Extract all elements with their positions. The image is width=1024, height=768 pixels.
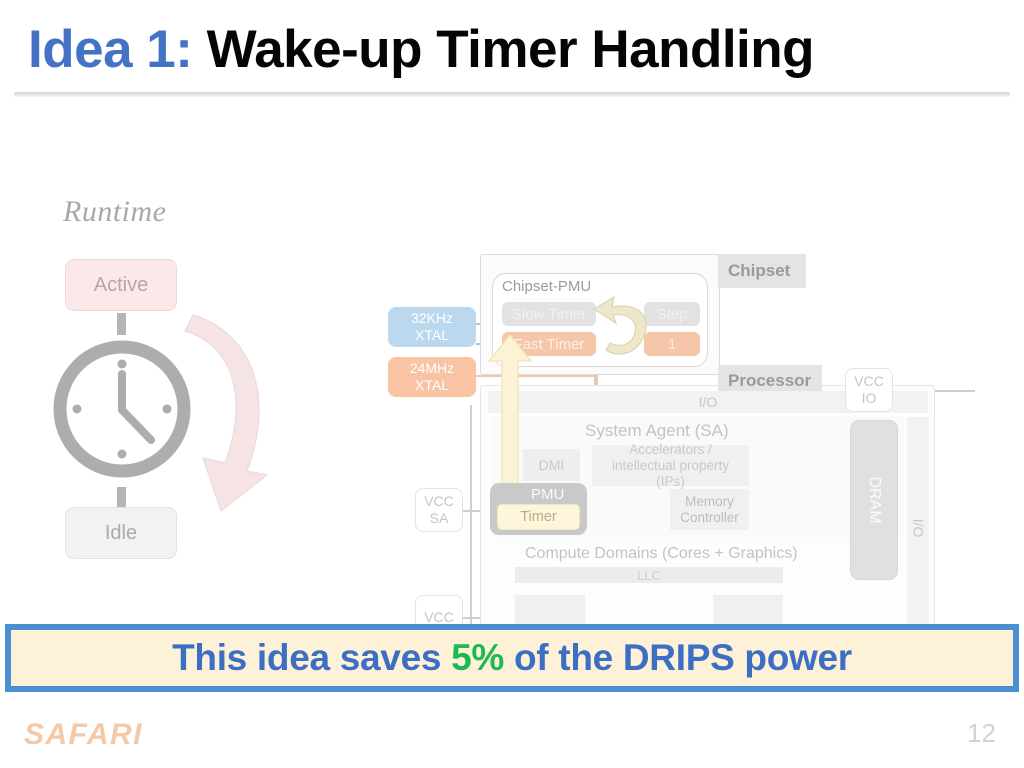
dram-box: DRAM — [850, 420, 898, 580]
wire-left-rail — [470, 405, 472, 629]
state-box-active: Active — [65, 259, 177, 311]
circular-arrow-icon — [592, 295, 647, 355]
system-diagram: Chipset Chipset-PMU Slow Timer Fast Time… — [380, 245, 1024, 645]
vcc-io-sublabel: IO — [861, 390, 877, 406]
llc-bar: LLC — [515, 567, 783, 583]
xtal-24mhz-box: 24MHz XTAL — [388, 357, 476, 397]
vcc-bottom-label: VCC — [424, 608, 454, 625]
slide: Idea 1: Wake-up Timer Handling Runtime A… — [0, 0, 1024, 768]
page-title-rest: Wake-up Timer Handling — [192, 20, 815, 79]
connector-clock-idle — [117, 487, 126, 509]
memory-controller-box: Memory Controller — [670, 489, 749, 530]
runtime-diagram: Runtime Active Idle — [53, 195, 335, 585]
xtal-24mhz-sublabel: XTAL — [415, 377, 449, 393]
vcc-sa-label: VCC — [424, 493, 454, 509]
curved-arrow-icon — [184, 314, 269, 512]
accelerators-box: Accelerators / intellectual property (IP… — [592, 442, 749, 489]
chipset-pmu-label: Chipset-PMU — [502, 278, 592, 295]
io-right-label: I/O — [909, 518, 926, 538]
vcc-io-label: VCC — [854, 373, 884, 389]
vcc-sa-box: VCC SA — [415, 488, 463, 532]
xtal-24mhz-label: 24MHz — [409, 360, 455, 376]
banner-highlight: 5% — [451, 637, 505, 678]
banner-text-after: of the DRIPS power — [504, 637, 852, 678]
title-divider — [14, 92, 1010, 97]
xtal-32khz-sublabel: XTAL — [415, 327, 449, 343]
xtal-32khz-box: 32KHz XTAL — [388, 307, 476, 347]
page-number: 12 — [967, 718, 996, 748]
system-agent-label: System Agent (SA) — [585, 421, 729, 440]
banner-text-before: This idea saves — [172, 637, 452, 678]
io-right-bar: I/O — [907, 417, 929, 639]
takeaway-banner: This idea saves 5% of the DRIPS power — [5, 624, 1019, 692]
runtime-label: Runtime — [63, 195, 167, 228]
page-title: Idea 1: Wake-up Timer Handling — [28, 14, 815, 86]
vcc-io-box: VCC IO — [845, 368, 893, 412]
dram-label: DRAM — [866, 476, 883, 524]
vcc-sa-sublabel: SA — [429, 510, 449, 526]
page-title-prefix: Idea 1: — [28, 20, 193, 79]
title-block: Idea 1: Wake-up Timer Handling — [0, 14, 1024, 86]
compute-domains-label: Compute Domains (Cores + Graphics) — [525, 545, 798, 562]
pmu-label: PMU — [531, 486, 565, 503]
state-box-idle: Idle — [65, 507, 177, 559]
takeaway-banner-text: This idea saves 5% of the DRIPS power — [172, 637, 852, 679]
safari-logo: SAFARI — [24, 718, 144, 751]
xtal-32khz-label: 32KHz — [410, 310, 454, 326]
chipset-label: Chipset — [718, 254, 806, 288]
slow-timer-box: Slow Timer — [502, 302, 596, 326]
timer-box: Timer — [497, 504, 580, 530]
